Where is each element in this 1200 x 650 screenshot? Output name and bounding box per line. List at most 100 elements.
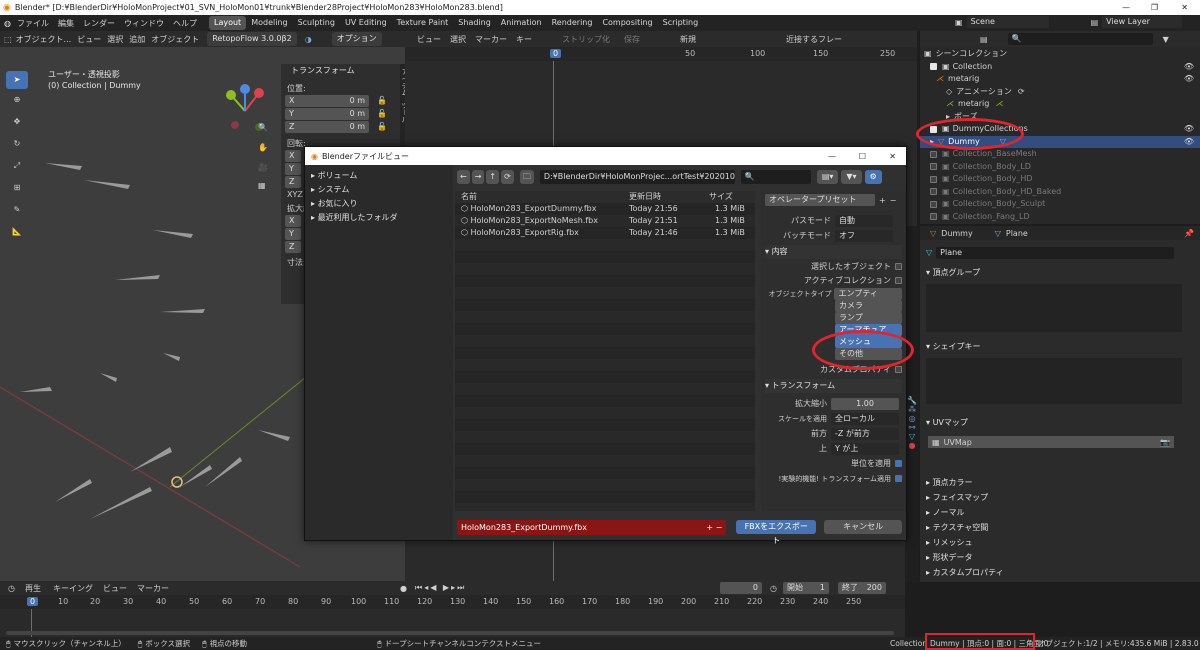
physics-icon[interactable]: ◎ bbox=[905, 414, 919, 423]
uv-maps-panel[interactable]: ▾ UVマップ bbox=[926, 416, 968, 430]
loc-z-field[interactable]: Z0 m bbox=[285, 120, 369, 133]
sidebar-recent[interactable]: ▸ 最近利用したフォルダ bbox=[311, 211, 447, 225]
transform-panel-header[interactable]: ▾ トランスフォーム bbox=[765, 379, 902, 393]
dialog-maximize[interactable]: ☐ bbox=[859, 152, 866, 161]
viewport-menu-add[interactable]: 追加 bbox=[129, 34, 145, 45]
options-dropdown[interactable]: オプション bbox=[331, 32, 382, 46]
fbx-export-button[interactable]: FBXをエクスポート bbox=[736, 520, 817, 545]
keying-menu[interactable]: キーイング bbox=[53, 583, 93, 594]
display-mode-button[interactable]: ▤▾ bbox=[816, 170, 839, 184]
snap-dropdown[interactable]: 近接するフレー bbox=[786, 34, 842, 45]
type-empty-toggle[interactable]: エンプティ bbox=[834, 288, 902, 300]
directory-path-field[interactable]: D:¥BlenderDir¥HoloMonProjec...ortTest¥20… bbox=[539, 170, 735, 184]
operator-presets-dropdown[interactable]: オペレータープリセット bbox=[765, 194, 875, 206]
normals-panel[interactable]: ▸ ノーマル bbox=[926, 506, 1004, 521]
remesh-panel[interactable]: ▸ リメッシュ bbox=[926, 536, 1004, 551]
viewport-menu-view[interactable]: ビュー bbox=[77, 34, 101, 45]
forward-button[interactable]: → bbox=[471, 170, 485, 184]
dialog-close[interactable]: ✕ bbox=[889, 152, 896, 161]
file-search-field[interactable]: 🔍 bbox=[740, 170, 811, 184]
viewport-menu-select[interactable]: 選択 bbox=[107, 34, 123, 45]
record-button[interactable]: ● bbox=[400, 584, 407, 593]
shape-keys-panel[interactable]: ▾ シェイプキー bbox=[926, 340, 981, 354]
viewport-shading-icon[interactable]: ◑ bbox=[305, 35, 312, 44]
outliner-row[interactable]: ▣ Collection_Body_HD bbox=[920, 173, 1200, 186]
path-mode-dropdown[interactable]: 自動 bbox=[835, 214, 893, 227]
particles-icon[interactable]: ⁂ bbox=[905, 405, 919, 414]
menu-file[interactable]: ファイル bbox=[17, 18, 49, 29]
constraints-icon[interactable]: ⚯ bbox=[905, 423, 919, 432]
lock-icon[interactable]: 🔓 bbox=[377, 122, 387, 131]
file-row[interactable]: ⬡ HoloMon283_ExportDummy.fbx Today 21:56… bbox=[455, 203, 755, 215]
timeline-ruler[interactable]: 0 10 20 30 40 50 60 70 80 90 100 110 120… bbox=[0, 595, 905, 609]
minimize-button[interactable]: — bbox=[1122, 3, 1130, 12]
vertex-groups-panel[interactable]: ▾ 頂点グループ bbox=[926, 266, 980, 280]
scale-y-field[interactable]: Y bbox=[285, 228, 301, 240]
batch-mode-dropdown[interactable]: オフ bbox=[835, 229, 893, 242]
lock-icon[interactable]: 🔓 bbox=[377, 96, 387, 105]
dopesheet-menu-key[interactable]: キー bbox=[516, 34, 532, 45]
outliner-filter-icon[interactable]: ▼ bbox=[1163, 35, 1169, 44]
close-button[interactable]: ✕ bbox=[1181, 3, 1188, 12]
new-folder-button[interactable]: 🗀 bbox=[519, 170, 534, 184]
back-button[interactable]: ← bbox=[457, 170, 470, 184]
scale-field[interactable]: 1.00 bbox=[831, 397, 899, 410]
menu-help[interactable]: ヘルプ bbox=[173, 18, 197, 29]
tab-scripting[interactable]: Scripting bbox=[658, 16, 704, 30]
dopesheet-menu-select[interactable]: 選択 bbox=[450, 34, 466, 45]
parent-dir-button[interactable]: ↑ bbox=[486, 170, 500, 184]
preset-add-button[interactable]: + bbox=[879, 196, 886, 205]
menu-render[interactable]: レンダー bbox=[83, 18, 115, 29]
tab-compositing[interactable]: Compositing bbox=[597, 16, 657, 30]
outliner-row[interactable]: ▣ Collection_Body_Sculpt bbox=[920, 198, 1200, 211]
timeline-marker-menu[interactable]: マーカー bbox=[137, 583, 169, 594]
data-props-icon[interactable]: ▽ bbox=[905, 432, 919, 441]
file-row[interactable]: ⬡ HoloMon283_ExportNoMesh.fbx Today 21:5… bbox=[455, 215, 755, 227]
push-down-button[interactable]: ストリップ化 bbox=[562, 34, 610, 45]
selected-objects-checkbox[interactable] bbox=[895, 262, 902, 270]
maximize-button[interactable]: ❐ bbox=[1151, 3, 1158, 12]
eye-icon[interactable]: 👁 bbox=[1184, 61, 1194, 74]
stash-button[interactable]: 保存 bbox=[624, 34, 640, 45]
sidebar-favorites[interactable]: ▸ お気に入り bbox=[311, 197, 447, 211]
apply-scaling-dropdown[interactable]: 全ローカル bbox=[831, 412, 899, 425]
material-icon[interactable]: ● bbox=[905, 441, 919, 450]
scale-x-field[interactable]: X bbox=[285, 215, 301, 227]
rot-x-field[interactable]: X bbox=[285, 150, 301, 162]
loc-x-field[interactable]: X0 m bbox=[285, 94, 369, 107]
current-frame-field[interactable]: 0 bbox=[720, 582, 762, 594]
include-panel-header[interactable]: ▾ 内容 bbox=[765, 245, 902, 259]
tab-modeling[interactable]: Modeling bbox=[246, 16, 292, 30]
custom-properties-checkbox[interactable] bbox=[895, 365, 902, 373]
uv-map-item[interactable]: ▦ UVMap 📷 bbox=[928, 436, 1174, 448]
geometry-data-panel[interactable]: ▸ 形状データ bbox=[926, 551, 1004, 566]
outliner-row[interactable]: ▣ Collection_Body_HD_Baked bbox=[920, 186, 1200, 199]
settings-gear-button[interactable]: ⚙ bbox=[864, 170, 882, 184]
outliner-row[interactable]: ◇ アニメーション ⟳ bbox=[920, 86, 1200, 99]
tab-animation[interactable]: Animation bbox=[496, 16, 547, 30]
texture-space-panel[interactable]: ▸ テクスチャ空間 bbox=[926, 521, 1004, 536]
refresh-button[interactable]: ⟳ bbox=[501, 170, 514, 184]
rot-z-field[interactable]: Z bbox=[285, 176, 301, 188]
outliner-row[interactable]: ⋌ metarig ⋌ bbox=[920, 98, 1200, 111]
vertex-groups-list[interactable] bbox=[926, 284, 1182, 332]
face-maps-panel[interactable]: ▸ フェイスマップ bbox=[926, 491, 1004, 506]
dopesheet-menu-view[interactable]: ビュー bbox=[417, 34, 441, 45]
active-collection-checkbox[interactable] bbox=[895, 276, 902, 284]
view-layer-field[interactable]: View Layer bbox=[1102, 16, 1183, 28]
menu-window[interactable]: ウィンドウ bbox=[124, 18, 164, 29]
tab-sculpting[interactable]: Sculpting bbox=[293, 16, 340, 30]
outliner-row[interactable]: ▣ Collection_BaseMesh bbox=[920, 148, 1200, 161]
timeline-scrollbar[interactable] bbox=[6, 631, 894, 635]
tab-uv-editing[interactable]: UV Editing bbox=[340, 16, 392, 30]
eye-icon[interactable]: 👁 bbox=[1184, 136, 1194, 149]
shape-keys-list[interactable] bbox=[926, 358, 1182, 404]
tab-shading[interactable]: Shading bbox=[453, 16, 496, 30]
viewport-menu-object[interactable]: オブジェクト bbox=[151, 34, 199, 45]
tab-texture-paint[interactable]: Texture Paint bbox=[392, 16, 454, 30]
loc-y-field[interactable]: Y0 m bbox=[285, 107, 369, 120]
tool-props-icon[interactable]: 🔧 bbox=[905, 396, 919, 405]
outliner-row[interactable]: ▣ Collection_Fang_LD bbox=[920, 211, 1200, 224]
vertex-colors-panel[interactable]: ▸ 頂点カラー bbox=[926, 476, 1004, 491]
dialog-minimize[interactable]: — bbox=[828, 152, 836, 161]
